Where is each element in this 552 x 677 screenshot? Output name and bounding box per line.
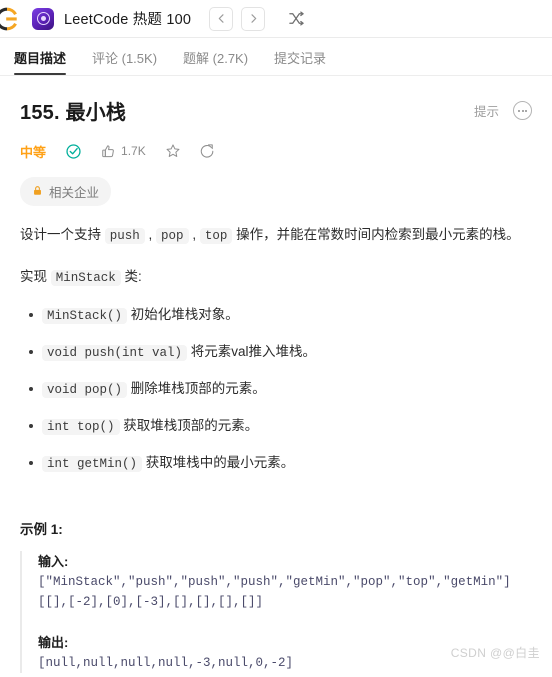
code-push: push xyxy=(104,228,145,244)
star-icon[interactable] xyxy=(165,143,181,159)
implement-suffix: 类: xyxy=(120,268,142,284)
difficulty-badge[interactable]: 中等 xyxy=(20,142,46,161)
api-signature: int getMin() xyxy=(42,455,143,472)
related-companies-tag[interactable]: 相关企业 xyxy=(20,177,112,206)
api-description: 初始化堆栈对象。 xyxy=(127,306,239,322)
problem-meta-row: 中等 1.7K xyxy=(20,141,532,161)
api-description: 将元素val推入堆栈。 xyxy=(187,343,317,359)
ellipsis-dot xyxy=(521,109,524,112)
api-description: 获取堆栈中的最小元素。 xyxy=(142,454,295,470)
api-signature: void pop() xyxy=(42,381,128,398)
example-block: 输入: ["MinStack","push","push","push","ge… xyxy=(20,550,532,673)
list-item: int top() 获取堆栈顶部的元素。 xyxy=(29,415,532,437)
nav-buttons xyxy=(209,6,266,31)
implement-paragraph: 实现 MinStack 类: xyxy=(20,265,532,290)
api-signature: int top() xyxy=(42,418,120,435)
ellipsis-dot xyxy=(525,109,528,112)
example-output-label: 输出: xyxy=(38,634,69,650)
problem-description-paragraph: 设计一个支持 push , pop , top 操作，并能在常数时间内检索到最小… xyxy=(20,223,532,248)
example-heading: 示例 1: xyxy=(20,521,63,537)
page-title: 155. 最小栈 xyxy=(20,102,127,124)
share-icon[interactable] xyxy=(200,143,216,159)
prev-problem-button[interactable] xyxy=(209,6,234,31)
example-input-label: 输入: xyxy=(38,553,69,569)
implement-prefix: 实现 xyxy=(20,268,51,284)
next-problem-button[interactable] xyxy=(241,6,266,31)
app-icon-dot xyxy=(40,16,46,21)
tab-solutions[interactable]: 题解 (2.7K) xyxy=(183,48,248,75)
thumbs-up-icon xyxy=(101,144,116,159)
like-button[interactable]: 1.7K xyxy=(101,144,146,159)
api-signature: void push(int val) xyxy=(42,344,188,361)
example-output-code: [null,null,null,null,-3,null,0,-2] xyxy=(38,655,294,670)
shuffle-icon xyxy=(288,11,304,26)
hint-button[interactable]: 提示 xyxy=(474,101,499,120)
company-tag-row: 相关企业 xyxy=(20,177,532,206)
list-item: MinStack() 初始化堆栈对象。 xyxy=(29,304,532,326)
more-options-icon[interactable] xyxy=(513,101,532,120)
description-sep-2: , xyxy=(188,227,200,242)
description-sep-1: , xyxy=(144,227,157,242)
top-bar: LeetCode 热题 100 xyxy=(0,0,552,38)
description-intro-1: 设计一个支持 xyxy=(20,227,105,242)
description-intro-2: 操作，并能在常数时间内检索到最小元素的栈。 xyxy=(232,227,520,242)
related-companies-label: 相关企业 xyxy=(49,186,100,200)
like-count: 1.7K xyxy=(121,144,146,158)
api-signature: MinStack() xyxy=(42,307,128,324)
api-description: 删除堆栈顶部的元素。 xyxy=(127,380,266,396)
lock-icon xyxy=(32,185,43,199)
tab-submissions[interactable]: 提交记录 xyxy=(274,48,326,75)
api-description: 获取堆栈顶部的元素。 xyxy=(119,417,259,433)
solved-status-icon[interactable] xyxy=(65,143,82,160)
app-icon-ring xyxy=(36,12,50,25)
app-title: LeetCode 热题 100 xyxy=(64,12,192,28)
chevron-left-icon xyxy=(218,14,224,23)
list-item: void push(int val) 将元素val推入堆栈。 xyxy=(29,341,532,363)
tab-comments[interactable]: 评论 (1.5K) xyxy=(92,48,157,75)
problem-content: 155. 最小栈 提示 中等 1.7K 相关企业 设计一个支持 push , p… xyxy=(0,76,552,673)
shuffle-button[interactable] xyxy=(285,8,307,30)
chrome-logo xyxy=(0,6,20,32)
list-item: int getMin() 获取堆栈中的最小元素。 xyxy=(29,452,532,474)
chevron-right-icon xyxy=(251,14,256,23)
leetcode-app-icon xyxy=(32,7,54,30)
code-minstack: MinStack xyxy=(50,269,121,286)
tab-bar: 题目描述 评论 (1.5K) 题解 (2.7K) 提交记录 xyxy=(0,38,552,76)
tab-description[interactable]: 题目描述 xyxy=(14,48,67,75)
ellipsis-dot xyxy=(517,109,520,112)
title-actions: 提示 xyxy=(474,101,532,120)
list-item: void pop() 删除堆栈顶部的元素。 xyxy=(29,378,532,400)
code-pop: pop xyxy=(156,228,189,244)
code-top: top xyxy=(199,228,233,244)
example-input-code: ["MinStack","push","push","push","getMin… xyxy=(38,574,511,609)
title-row: 155. 最小栈 提示 xyxy=(20,96,532,125)
api-method-list: MinStack() 初始化堆栈对象。 void push(int val) 将… xyxy=(20,304,532,474)
